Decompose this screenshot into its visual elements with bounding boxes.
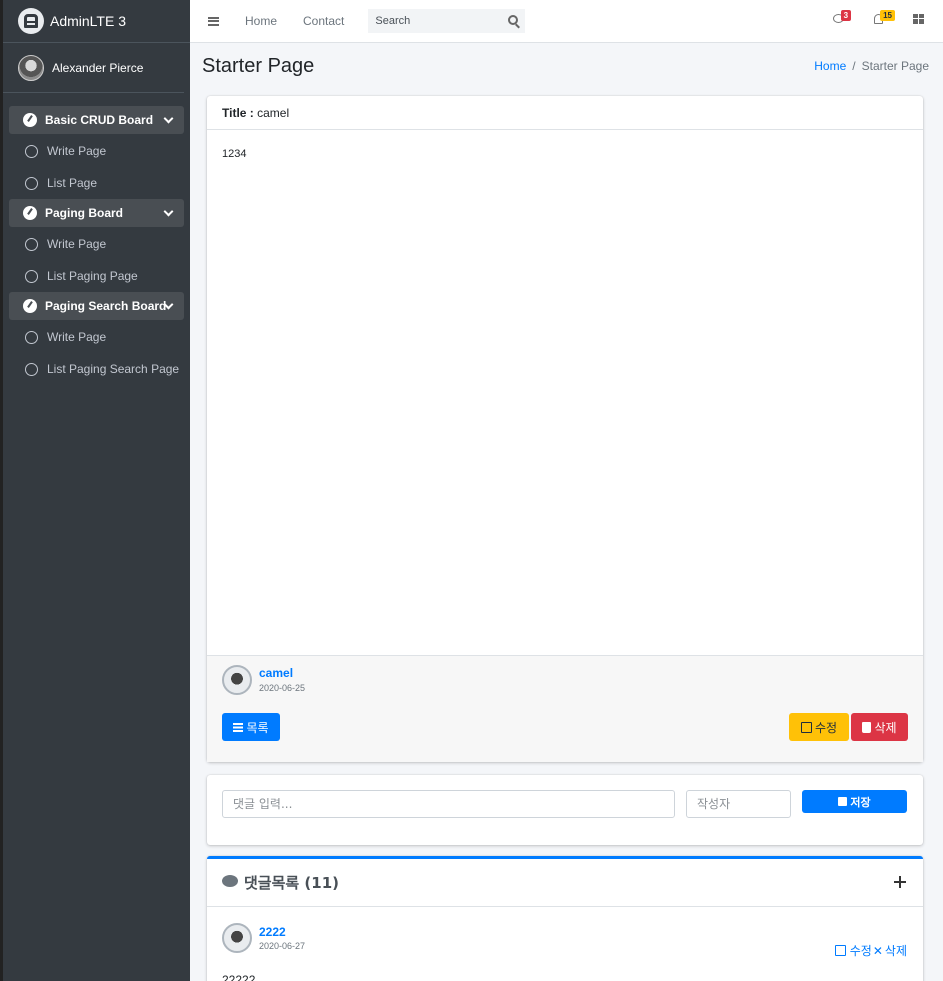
chevron-down-icon (163, 113, 174, 124)
circle-icon (25, 269, 38, 283)
navbar-search (368, 9, 526, 33)
circle-icon (25, 144, 38, 158)
author-avatar (222, 665, 252, 695)
sidebar-item-label: List Paging Search Page (47, 362, 180, 376)
sidebar-item-list-paging-search-page[interactable]: List Paging Search Page (9, 353, 184, 385)
sidebar-group-paging-board[interactable]: Paging Board (9, 199, 184, 227)
delete-button[interactable]: 삭제 (851, 713, 908, 741)
save-icon (838, 797, 848, 806)
sidebar-item-label: List Paging Page (47, 269, 138, 283)
post-title: camel (257, 106, 290, 120)
sidebar-item-label: Write Page (47, 330, 107, 344)
comments-title: 댓글목록 (11) (244, 874, 340, 892)
breadcrumb-current: Starter Page (861, 59, 929, 73)
post-title-label: Title : (222, 106, 254, 120)
notifications-badge: 15 (880, 10, 895, 21)
delete-button-label: 삭제 (874, 720, 897, 735)
list-button-label: 목록 (246, 720, 269, 735)
list-button[interactable]: 목록 (222, 713, 280, 741)
adminlte-logo-icon (18, 8, 44, 34)
breadcrumb-home[interactable]: Home (814, 59, 846, 73)
post-card: Title : camel 1234 camel 2020-06-25 목록 수… (207, 96, 923, 762)
reply-writer-input[interactable] (686, 790, 791, 818)
comment-delete-link[interactable]: 삭제 (885, 942, 907, 959)
post-footer: camel 2020-06-25 목록 수정 삭제 (207, 656, 923, 762)
comment-edit-link[interactable]: 수정 (850, 942, 872, 959)
times-icon: ✕ (872, 943, 883, 958)
search-icon[interactable] (508, 15, 519, 25)
sidebar-item-label: Write Page (47, 237, 107, 251)
circle-icon (25, 362, 38, 376)
save-button-label: 저장 (850, 796, 871, 809)
post-title-bar: Title : camel (207, 96, 923, 130)
messages-badge: 3 (840, 10, 852, 21)
top-navbar: Home Contact 3 15 (190, 0, 943, 43)
save-reply-button[interactable]: 저장 (802, 790, 907, 813)
post-writer[interactable]: camel (259, 666, 293, 680)
circle-icon (25, 237, 38, 251)
tachometer-icon (23, 113, 37, 127)
brand-link[interactable]: AdminLTE 3 (3, 0, 190, 43)
tachometer-icon (23, 299, 37, 313)
reply-content-input[interactable] (222, 790, 675, 818)
sidebar-item-write-page[interactable]: Write Page (9, 321, 184, 353)
chevron-down-icon (163, 206, 174, 217)
search-input[interactable] (375, 15, 496, 27)
circle-icon (25, 176, 38, 190)
circle-icon (25, 330, 38, 344)
sidebar-group-paging-search-board[interactable]: Paging Search Board (9, 292, 184, 320)
user-avatar (18, 54, 44, 81)
comment-date: 2020-06-27 (259, 941, 306, 951)
comment-writer[interactable]: 2222 (259, 925, 286, 939)
reply-form-card: 저장 (207, 775, 923, 845)
sidebar-group-label: Paging Search Board (45, 299, 167, 313)
comments-card: 댓글목록 (11) 2222 2020-06-27 수정 ✕ 삭제 22222 (207, 856, 923, 981)
edit-icon (834, 945, 846, 956)
menu-toggle-icon[interactable] (208, 16, 219, 26)
comment-avatar (222, 923, 252, 953)
sidebar-item-label: Write Page (47, 144, 107, 158)
grid-icon[interactable] (913, 13, 924, 24)
expand-plus-icon[interactable] (894, 876, 906, 888)
user-name[interactable]: Alexander Pierce (52, 61, 143, 75)
edit-button[interactable]: 수정 (789, 713, 849, 741)
main-sidebar: AdminLTE 3 Alexander Pierce Basic CRUD B… (0, 0, 190, 981)
page-title: Starter Page (202, 55, 315, 77)
list-icon (233, 722, 244, 732)
post-date: 2020-06-25 (259, 683, 306, 693)
sidebar-item-write-page[interactable]: Write Page (9, 135, 184, 167)
tachometer-icon (23, 206, 37, 220)
edit-icon (800, 721, 812, 733)
edit-button-label: 수정 (814, 720, 838, 735)
post-content: 1234 (207, 130, 923, 656)
sidebar-item-list-page[interactable]: List Page (9, 167, 184, 199)
user-panel[interactable]: Alexander Pierce (3, 43, 184, 93)
comment-actions: 수정 ✕ 삭제 (834, 942, 907, 959)
comment-text: 22222 (222, 973, 256, 981)
navbar-right-icons: 3 15 (832, 10, 924, 24)
nav-link-home[interactable]: Home (245, 14, 277, 28)
sidebar-group-basic-crud-board[interactable]: Basic CRUD Board (9, 106, 184, 134)
sidebar-nav: Basic CRUD Board Write Page List Page Pa… (3, 93, 190, 385)
breadcrumb: Home / Starter Page (814, 59, 929, 73)
brand-name: AdminLTE 3 (50, 13, 126, 29)
sidebar-item-list-paging-page[interactable]: List Paging Page (9, 260, 184, 292)
sidebar-group-label: Paging Board (45, 206, 124, 220)
sidebar-group-label: Basic CRUD Board (45, 113, 154, 127)
comments-header: 댓글목록 (11) (207, 859, 923, 907)
nav-link-contact[interactable]: Contact (303, 14, 344, 28)
sidebar-item-write-page[interactable]: Write Page (9, 228, 184, 260)
trash-icon (862, 721, 872, 733)
sidebar-item-label: List Page (47, 176, 98, 190)
comments-icon (222, 875, 238, 887)
